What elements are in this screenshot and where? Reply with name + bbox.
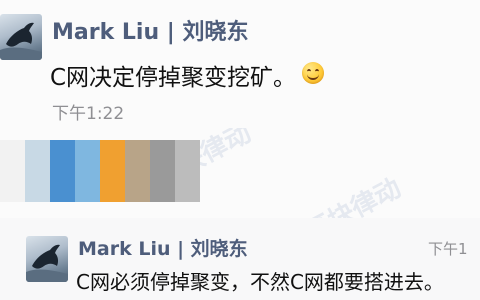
redacted-block <box>150 140 175 202</box>
timestamp: 下午1:22 <box>52 104 125 124</box>
redacted-block <box>100 140 125 202</box>
timestamp: 下午1 <box>428 240 468 258</box>
redacted-block <box>175 140 200 202</box>
sender-name[interactable]: Mark Liu | 刘晓东 <box>78 234 248 261</box>
sender-name[interactable]: Mark Liu | 刘晓东 <box>52 14 248 46</box>
redacted-block <box>75 140 100 202</box>
message-2: Mark Liu | 刘晓东 下午1 C网必须停掉聚变，不然C网都要搭进去。 <box>0 218 480 300</box>
redacted-block <box>125 140 150 202</box>
horse-logo-icon <box>26 244 68 282</box>
message-text: C网必须停掉聚变，不然C网都要搭进去。 <box>76 270 444 294</box>
avatar[interactable] <box>26 236 68 282</box>
avatar[interactable] <box>0 14 42 60</box>
redacted-block <box>25 140 50 202</box>
message-1: Mark Liu | 刘晓东 C网决定停掉聚变挖矿。 下午1:22 <box>0 0 480 128</box>
message-text: C网决定停掉聚变挖矿。 <box>50 65 297 91</box>
smiley-emoji-icon <box>302 62 324 84</box>
redacted-content <box>0 140 200 202</box>
horse-logo-icon <box>0 22 42 60</box>
redacted-block <box>0 140 25 202</box>
redacted-block <box>50 140 75 202</box>
